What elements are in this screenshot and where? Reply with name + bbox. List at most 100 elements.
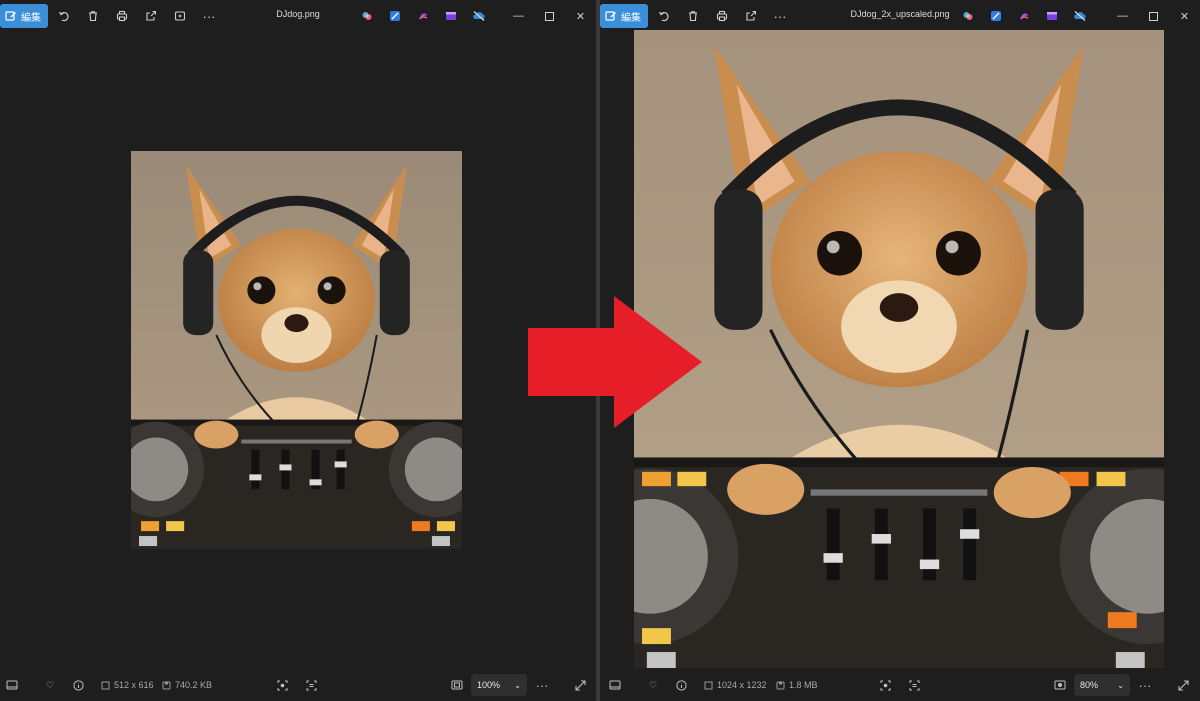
visual-search-button[interactable] <box>873 673 897 697</box>
favorite-button[interactable]: ♡ <box>38 673 62 697</box>
rotate-button[interactable] <box>651 4 677 28</box>
edit-button[interactable]: 編集 <box>600 4 648 28</box>
minimize-button[interactable]: — <box>503 4 534 28</box>
clipchamp-icon <box>419 13 428 20</box>
dimension-icon <box>101 681 110 689</box>
clipchamp-video-icon <box>446 12 456 20</box>
window-controls: — ✕ <box>503 4 596 28</box>
text-detect-button[interactable] <box>902 673 926 697</box>
zoom-level: 100% <box>477 680 501 690</box>
info-icon <box>675 679 687 691</box>
clipchamp-video-button[interactable] <box>440 4 462 28</box>
more-icon: ··· <box>535 677 549 693</box>
zoom-dropdown[interactable]: 100% ⌄ <box>471 674 527 696</box>
dj-dog-image <box>634 30 1164 668</box>
status-more-button[interactable]: ··· <box>1133 673 1157 697</box>
filmstrip-button[interactable] <box>0 673 24 697</box>
copilot-button[interactable] <box>356 4 378 28</box>
maximize-button[interactable] <box>1138 4 1169 28</box>
filmstrip-icon <box>609 680 621 690</box>
edit-icon <box>5 11 16 21</box>
fit-to-window-button[interactable] <box>445 673 469 697</box>
dimensions-text: 1024 x 1232 <box>717 680 767 690</box>
file-size-text: 740.2 KB <box>175 680 213 690</box>
file-size-icon <box>162 681 171 689</box>
dimension-icon <box>704 681 713 689</box>
status-bar: ♡ 512 x 616 740.2 KB 100% ⌄ ··· <box>0 669 596 701</box>
text-detect-icon <box>909 680 919 690</box>
app-integrations <box>356 4 490 28</box>
onedrive-button[interactable] <box>468 4 490 28</box>
minimize-icon: — <box>1117 10 1128 22</box>
more-options-button[interactable]: ··· <box>767 4 793 28</box>
favorite-icon: ♡ <box>648 679 658 690</box>
close-icon: ✕ <box>1179 10 1190 23</box>
delete-button[interactable] <box>80 4 106 28</box>
info-button[interactable] <box>669 673 693 697</box>
photo-upscaled <box>634 30 1164 668</box>
clipchamp-video-icon <box>1047 12 1057 20</box>
copilot-button[interactable] <box>957 4 979 28</box>
info-button[interactable] <box>66 673 90 697</box>
visual-search-button[interactable] <box>270 673 294 697</box>
info-icon <box>72 679 84 691</box>
dimensions-text: 512 x 616 <box>114 680 154 690</box>
onedrive-off-icon <box>1074 11 1086 21</box>
clipchamp-video-button[interactable] <box>1041 4 1063 28</box>
minimize-icon: — <box>513 10 524 22</box>
fit-to-window-button[interactable] <box>1048 673 1072 697</box>
visual-search-icon <box>277 680 287 690</box>
text-detect-button[interactable] <box>299 673 323 697</box>
more-icon: ··· <box>1138 677 1152 693</box>
close-button[interactable]: ✕ <box>1169 4 1200 28</box>
zoom-dropdown[interactable]: 80% ⌄ <box>1074 674 1130 696</box>
print-icon <box>116 10 128 22</box>
designer-icon <box>991 11 1001 21</box>
edit-icon <box>605 11 616 21</box>
rotate-button[interactable] <box>51 4 77 28</box>
rotate-icon <box>658 11 669 22</box>
print-icon <box>716 10 728 22</box>
delete-button[interactable] <box>680 4 706 28</box>
delete-icon <box>89 11 97 22</box>
zoom-chevron-icon: ⌄ <box>514 680 521 690</box>
zoom-chevron-icon: ⌄ <box>1117 680 1124 690</box>
status-more-button[interactable]: ··· <box>530 673 554 697</box>
maximize-button[interactable] <box>534 4 565 28</box>
dj-dog-image <box>131 151 462 549</box>
fullscreen-icon <box>574 679 586 691</box>
favorite-button[interactable]: ♡ <box>641 673 665 697</box>
more-icon: ··· <box>773 8 787 24</box>
designer-button[interactable] <box>384 4 406 28</box>
file-size: 1.8 MB <box>776 680 818 690</box>
visual-search-icon <box>880 680 890 690</box>
slideshow-button[interactable] <box>167 4 193 28</box>
fullscreen-button[interactable] <box>568 673 592 697</box>
maximize-icon <box>545 11 554 21</box>
print-button[interactable] <box>109 4 135 28</box>
share-icon <box>146 10 157 21</box>
filmstrip-icon <box>6 680 18 690</box>
app-integrations <box>957 4 1091 28</box>
edit-button[interactable]: 編集 <box>0 4 48 28</box>
fit-icon <box>451 680 463 690</box>
filmstrip-button[interactable] <box>603 673 627 697</box>
more-options-button[interactable]: ··· <box>196 4 222 28</box>
fullscreen-button[interactable] <box>1171 673 1195 697</box>
clipchamp-button[interactable] <box>1013 4 1035 28</box>
print-button[interactable] <box>709 4 735 28</box>
share-button[interactable] <box>738 4 764 28</box>
more-icon: ··· <box>202 8 216 24</box>
close-button[interactable]: ✕ <box>565 4 596 28</box>
file-size-text: 1.8 MB <box>789 680 818 690</box>
favorite-icon: ♡ <box>45 679 55 690</box>
upscale-arrow <box>528 296 702 428</box>
zoom-level: 80% <box>1080 680 1099 690</box>
minimize-button[interactable]: — <box>1107 4 1138 28</box>
designer-button[interactable] <box>985 4 1007 28</box>
window-controls: — ✕ <box>1107 4 1200 28</box>
share-button[interactable] <box>138 4 164 28</box>
clipchamp-button[interactable] <box>412 4 434 28</box>
onedrive-button[interactable] <box>1069 4 1091 28</box>
delete-icon <box>689 11 697 22</box>
